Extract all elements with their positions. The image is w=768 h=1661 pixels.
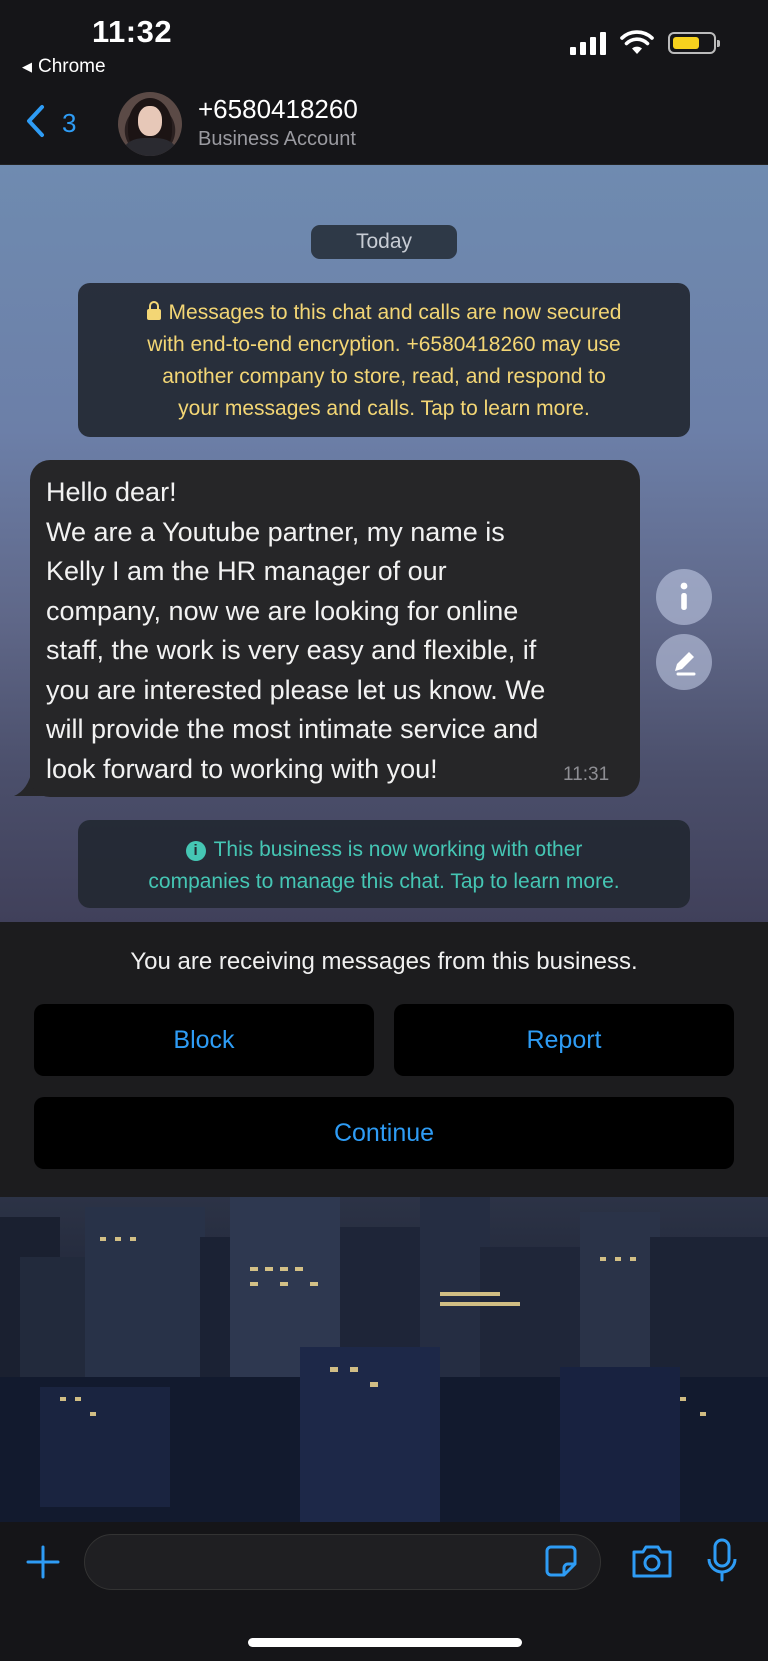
status-time: 11:32 — [92, 14, 173, 49]
back-app-label: Chrome — [38, 56, 106, 77]
chat-header: 3 +6580418260 Business Account — [0, 86, 768, 165]
encryption-notice[interactable]: Messages to this chat and calls are now … — [78, 283, 690, 437]
plus-icon[interactable] — [24, 1543, 62, 1581]
business-panel-text: You are receiving messages from this bus… — [130, 948, 638, 975]
back-triangle-icon: ◀ — [22, 59, 32, 74]
message-input[interactable] — [84, 1534, 601, 1590]
edit-button[interactable] — [656, 634, 712, 690]
lock-icon — [146, 301, 161, 320]
message-text: Hello dear! We are a Youtube partner, my… — [46, 477, 546, 784]
status-icons — [570, 30, 720, 56]
pencil-icon — [675, 652, 696, 676]
date-divider: Today — [311, 225, 457, 259]
battery-icon — [668, 32, 720, 54]
unread-count[interactable]: 3 — [62, 108, 76, 139]
home-indicator[interactable] — [248, 1638, 522, 1647]
status-bar: 11:32 ◀ Chrome — [0, 0, 768, 86]
microphone-icon[interactable] — [706, 1537, 738, 1583]
contact-name[interactable]: +6580418260 — [198, 94, 358, 125]
message-timestamp: 11:31 — [563, 764, 610, 785]
contact-subtitle[interactable]: Business Account — [198, 128, 356, 151]
chat-wallpaper — [0, 1197, 768, 1522]
report-button[interactable]: Report — [394, 1004, 734, 1076]
block-button[interactable]: Block — [34, 1004, 374, 1076]
back-to-app-link[interactable]: ◀ Chrome — [22, 56, 106, 78]
info-circle-icon: i — [185, 841, 206, 861]
business-notice[interactable]: i This business is now working with other… — [78, 820, 690, 908]
sticker-icon[interactable] — [544, 1544, 578, 1578]
continue-button[interactable]: Continue — [34, 1097, 734, 1169]
camera-icon[interactable] — [630, 1542, 674, 1580]
info-icon — [680, 582, 688, 610]
chevron-left-icon[interactable] — [18, 101, 58, 141]
info-button[interactable] — [656, 569, 712, 625]
cellular-signal-icon — [570, 31, 606, 55]
wifi-icon — [620, 30, 654, 54]
avatar[interactable] — [118, 92, 182, 156]
city-skyline-image — [0, 1197, 768, 1522]
